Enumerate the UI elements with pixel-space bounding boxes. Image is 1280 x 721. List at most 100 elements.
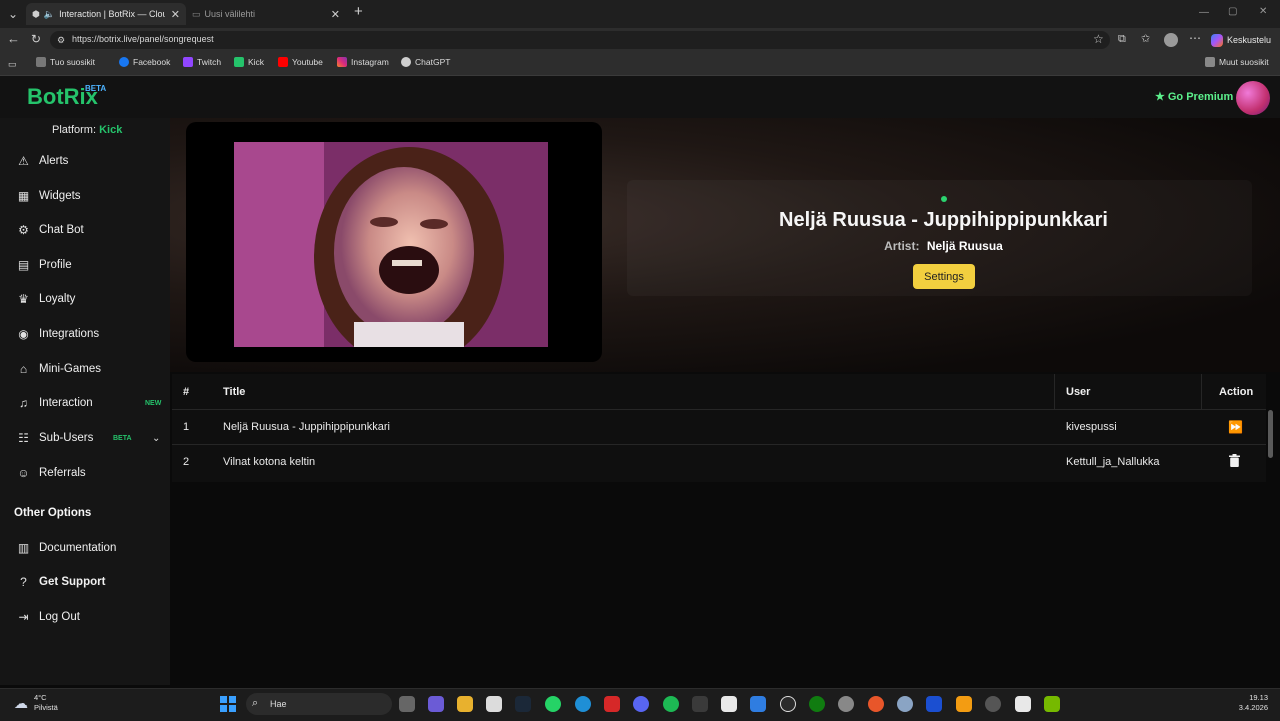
sidebar-item-interaction[interactable]: ♫ Interaction NEW — [16, 393, 166, 413]
close-tab-icon[interactable]: ✕ — [171, 8, 180, 21]
audio-playing-icon[interactable]: 🔈 — [44, 8, 55, 20]
bookmark-instagram[interactable]: Instagram — [337, 57, 389, 67]
sidebar-item-profile[interactable]: ▤ Profile — [16, 255, 166, 275]
task-view-icon[interactable] — [399, 696, 415, 712]
bookmark-chatgpt[interactable]: ChatGPT — [401, 57, 450, 67]
network-tool-icon[interactable] — [985, 696, 1001, 712]
bookmark-other-folder[interactable]: Muut suosikit — [1205, 57, 1269, 67]
id-card-icon: ▤ — [17, 258, 30, 272]
sidebar-item-referrals[interactable]: ☺ Referrals — [16, 463, 166, 483]
whatsapp-icon[interactable] — [545, 696, 561, 712]
video-frame-art — [234, 142, 548, 347]
discord-taskbar-icon[interactable] — [633, 696, 649, 712]
file-explorer-icon[interactable] — [457, 696, 473, 712]
refresh-icon[interactable]: ↻ — [31, 33, 41, 45]
video-thumbnail — [234, 142, 548, 347]
favorites-icon[interactable]: ✩ — [1141, 33, 1150, 45]
taskbar-search-placeholder: Hae — [270, 699, 287, 709]
bookmark-facebook[interactable]: Facebook — [119, 57, 170, 67]
sidebar-item-mini-games[interactable]: ⌂ Mini-Games — [16, 359, 166, 379]
bookmark-label: Twitch — [197, 57, 222, 67]
start-button[interactable] — [220, 696, 236, 712]
vlc-icon[interactable] — [956, 696, 972, 712]
sidebar-item-label: Sub-Users — [39, 432, 94, 444]
artist-value: Neljä Ruusua — [926, 239, 1003, 253]
weather-widget[interactable]: ☁ 4°C Pilvistä — [14, 693, 58, 713]
taskbar-clock[interactable]: 19.13 3.4.2026 — [1236, 693, 1268, 713]
site-info-icon[interactable]: ⚙ — [57, 34, 65, 46]
trash-icon[interactable] — [1229, 454, 1240, 467]
table-scrollbar[interactable] — [1268, 410, 1273, 458]
other-options-heading: Other Options — [14, 507, 92, 519]
row-title: Vilnat kotona keltin — [223, 456, 316, 468]
nvidia-icon[interactable] — [1044, 696, 1060, 712]
folder-icon — [1205, 57, 1215, 67]
settings-gear-icon[interactable] — [897, 696, 913, 712]
sidebar-item-integrations[interactable]: ◉ Integrations — [16, 324, 166, 344]
bookmark-kick[interactable]: Kick — [234, 57, 264, 67]
skip-forward-icon[interactable]: ⏩ — [1228, 420, 1243, 434]
tab-botrix[interactable]: ⬢ 🔈 Interaction | BotRix — Cloud ✕ — [26, 3, 186, 25]
brave-icon[interactable] — [868, 696, 884, 712]
notepad-icon[interactable] — [721, 696, 737, 712]
launcher-l-icon[interactable] — [604, 696, 620, 712]
app-circle-icon[interactable] — [838, 696, 854, 712]
close-window-icon[interactable]: ✕ — [1259, 6, 1267, 18]
taskbar-search[interactable] — [246, 693, 392, 715]
settings-button[interactable]: Settings — [913, 264, 975, 289]
column-header-title: Title — [223, 386, 246, 398]
discord-icon: ◉ — [18, 327, 29, 341]
sidebar-item-label: Mini-Games — [39, 363, 101, 375]
new-tab-plus-icon[interactable]: + — [354, 4, 363, 19]
spotify-icon[interactable] — [663, 696, 679, 712]
warning-icon: ⚠ — [18, 154, 29, 168]
sidebar-item-sub-users[interactable]: ☷ Sub-Users BETA ⌄ — [16, 428, 166, 448]
sidebar-item-chat-bot[interactable]: ⚙ Chat Bot — [16, 220, 166, 240]
sidebar-item-get-support[interactable]: ? Get Support — [16, 572, 166, 592]
steam-icon[interactable] — [515, 696, 531, 712]
snipping-icon[interactable] — [750, 696, 766, 712]
chevron-down-icon[interactable]: ⌄ — [152, 433, 160, 444]
bookmark-import[interactable]: Tuo suosikit — [36, 57, 95, 67]
column-divider — [1201, 374, 1202, 410]
go-premium-button[interactable]: ★ Go Premium — [1155, 90, 1233, 104]
sidebar-item-label: Widgets — [39, 190, 81, 202]
bookmark-label: Instagram — [351, 57, 389, 67]
import-icon — [36, 57, 46, 67]
maximize-icon[interactable]: ▢ — [1228, 6, 1237, 18]
profile-avatar-icon[interactable] — [1164, 33, 1178, 47]
vpn-icon[interactable] — [926, 696, 942, 712]
robot-icon: ⚙ — [18, 223, 29, 237]
tab-list-chevron-icon[interactable]: ⌄ — [8, 8, 18, 20]
bookmark-twitch[interactable]: Twitch — [183, 57, 221, 67]
bookmarks-toggle-icon[interactable]: ▭ — [8, 58, 17, 70]
tab-new-tab[interactable]: ▭ Uusi välilehti ✕ — [186, 3, 346, 25]
clock-time: 19.13 — [1249, 693, 1268, 702]
store-icon[interactable] — [486, 696, 502, 712]
sidebar-item-widgets[interactable]: ▦ Widgets — [16, 186, 166, 206]
user-avatar[interactable] — [1236, 81, 1270, 115]
minimize-icon[interactable]: — — [1199, 7, 1209, 19]
edge-icon[interactable] — [575, 696, 591, 712]
obs-icon[interactable] — [780, 696, 796, 712]
close-tab-icon[interactable]: ✕ — [331, 8, 340, 21]
copilot-chat-button[interactable]: Keskustelu — [1211, 32, 1271, 48]
g-hub-icon[interactable] — [692, 696, 708, 712]
screen-app-icon[interactable] — [1015, 696, 1031, 712]
trophy-icon: ♛ — [18, 292, 29, 306]
back-arrow-icon[interactable]: ← — [7, 32, 20, 45]
favorite-star-icon[interactable]: ☆ — [1093, 33, 1104, 45]
tab-title: Interaction | BotRix — Cloud — [59, 9, 165, 19]
clock-date: 3.4.2026 — [1238, 703, 1268, 712]
teams-icon[interactable] — [428, 696, 444, 712]
sidebar-item-alerts[interactable]: ⚠ Alerts — [16, 151, 166, 171]
sidebar-item-documentation[interactable]: ▥ Documentation — [16, 538, 166, 558]
sidebar-item-label: Interaction — [39, 397, 93, 409]
sidebar-item-log-out[interactable]: ⇥ Log Out — [16, 607, 166, 627]
xbox-icon[interactable] — [809, 696, 825, 712]
sidebar-item-loyalty[interactable]: ♛ Loyalty — [16, 289, 166, 309]
row-number: 2 — [183, 456, 190, 468]
bookmark-youtube[interactable]: Youtube — [278, 57, 323, 67]
more-menu-icon[interactable]: ⋯ — [1189, 32, 1201, 44]
extensions-icon[interactable]: ⧉ — [1118, 33, 1126, 45]
